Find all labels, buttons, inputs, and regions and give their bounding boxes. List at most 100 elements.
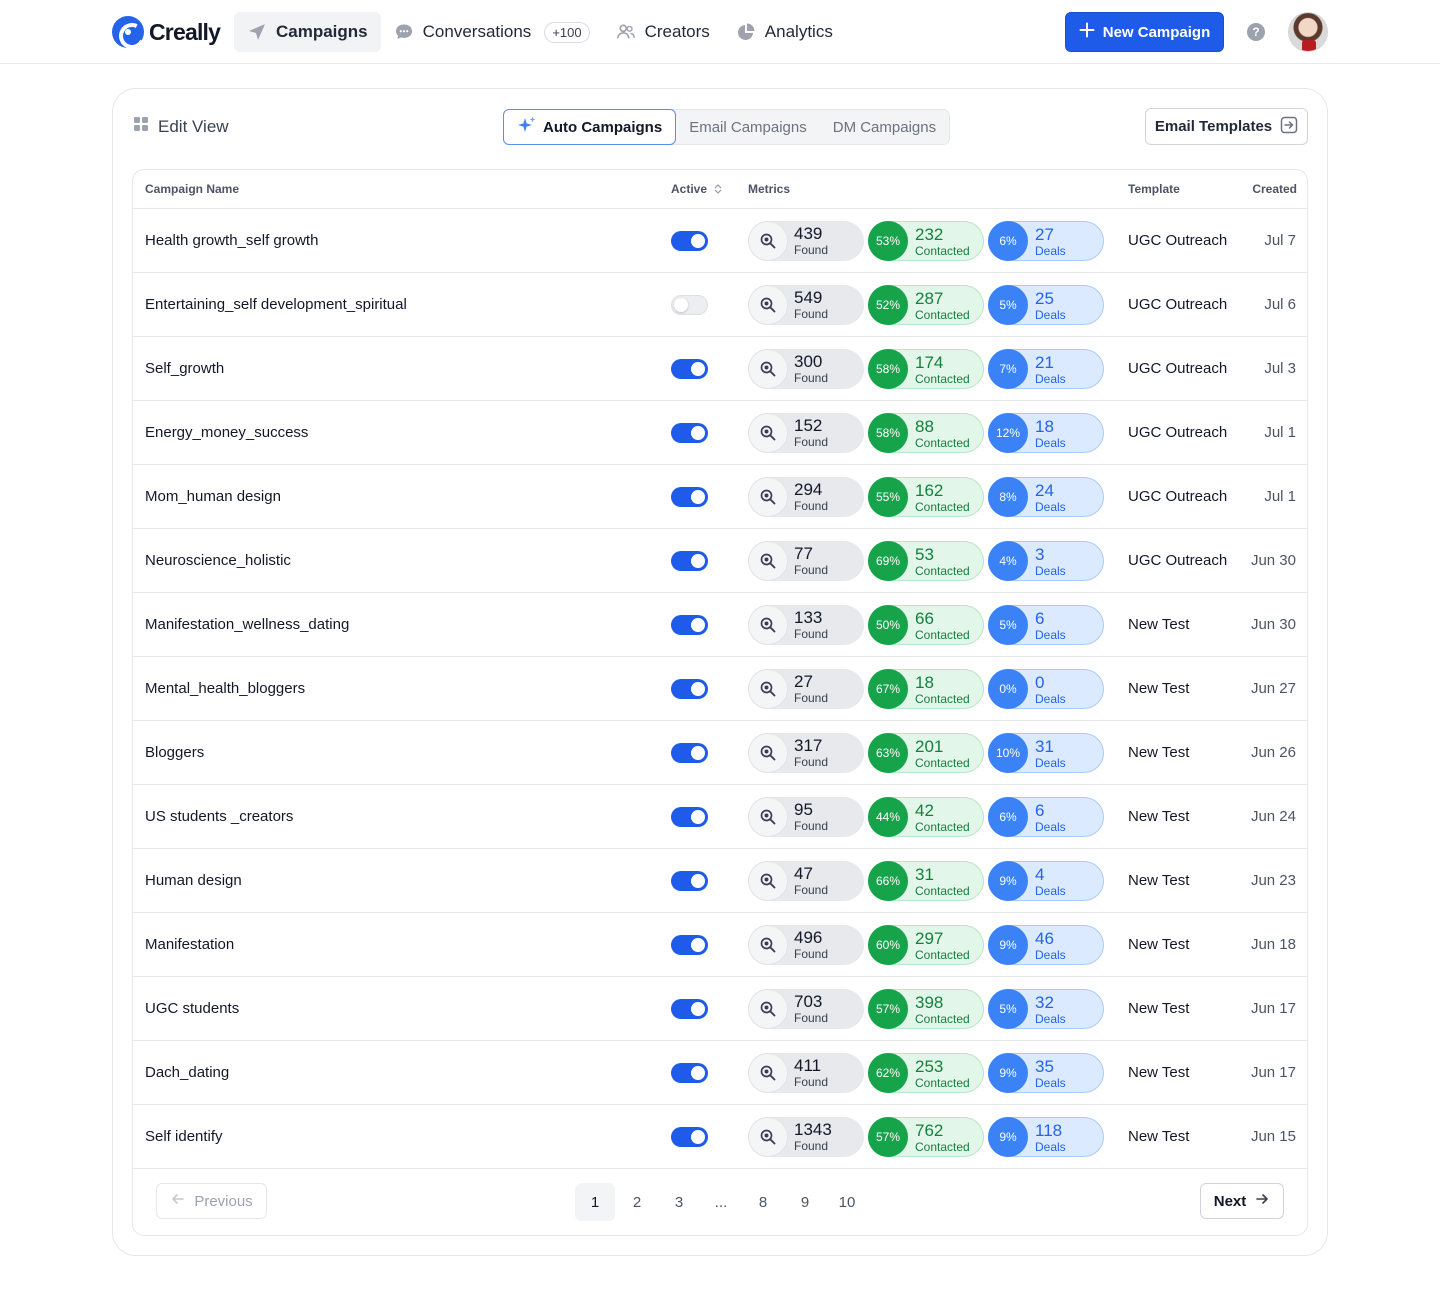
pie-chart-icon xyxy=(736,22,756,42)
template-name: New Test xyxy=(1128,616,1190,633)
contacted-percent: 53% xyxy=(868,221,908,261)
header-created: Created xyxy=(1252,182,1297,196)
magnifier-icon xyxy=(748,413,788,453)
found-count: 703 xyxy=(794,992,823,1011)
new-campaign-button[interactable]: New Campaign xyxy=(1065,12,1224,52)
found-metric: 47 Found xyxy=(748,861,864,901)
next-page-button[interactable]: Next xyxy=(1200,1183,1284,1219)
contacted-percent: 66% xyxy=(868,861,908,901)
active-toggle[interactable] xyxy=(671,551,708,571)
table-row[interactable]: Self identify 1343 Found 57% 762 Contacted 9% 1… xyxy=(133,1105,1307,1169)
arrow-left-icon xyxy=(170,1191,186,1211)
deals-metric: 12% 18 Deals xyxy=(988,413,1104,453)
active-toggle[interactable] xyxy=(671,1127,708,1147)
deals-label: Deals xyxy=(1035,1076,1066,1090)
arrow-right-icon xyxy=(1254,1191,1270,1211)
page-number-button[interactable]: 9 xyxy=(785,1183,825,1221)
tab-label-auto: Auto Campaigns xyxy=(543,118,663,136)
contacted-count: 762 xyxy=(915,1121,944,1140)
tab-dm-campaigns[interactable]: DM Campaigns xyxy=(820,109,949,145)
page-number-button[interactable]: 8 xyxy=(743,1183,783,1221)
table-row[interactable]: Entertaining_self development_spiritual 5… xyxy=(133,273,1307,337)
email-templates-button[interactable]: Email Templates xyxy=(1145,108,1308,145)
pagination: Previous 1 2 3... 8 9 10 Next xyxy=(133,1168,1307,1235)
header-active[interactable]: Active xyxy=(671,182,723,196)
table-row[interactable]: Mom_human design 294 Found 55% 162 Contacted 8… xyxy=(133,465,1307,529)
table-row[interactable]: Neuroscience_holistic 77 Found 69% 53 Contact… xyxy=(133,529,1307,593)
created-date: Jul 7 xyxy=(1264,232,1296,249)
deals-metric: 10% 31 Deals xyxy=(988,733,1104,773)
nav-item-creators[interactable]: Creators xyxy=(603,12,723,52)
active-toggle[interactable] xyxy=(671,295,708,315)
active-toggle[interactable] xyxy=(671,807,708,827)
nav-item-campaigns[interactable]: Campaigns xyxy=(234,12,381,52)
magnifier-icon xyxy=(748,477,788,517)
new-campaign-label: New Campaign xyxy=(1102,23,1211,41)
table-row[interactable]: Dach_dating 411 Found 62% 253 Contacted 9% 35 De… xyxy=(133,1041,1307,1105)
created-date: Jun 23 xyxy=(1250,872,1296,889)
deals-metric: 8% 24 Deals xyxy=(988,477,1104,517)
active-toggle[interactable] xyxy=(671,487,708,507)
created-date: Jun 27 xyxy=(1250,680,1296,697)
deals-percent: 9% xyxy=(988,925,1028,965)
active-toggle[interactable] xyxy=(671,359,708,379)
contacted-label: Contacted xyxy=(915,948,970,962)
active-toggle[interactable] xyxy=(671,423,708,443)
contacted-metric: 63% 201 Contacted xyxy=(868,733,984,773)
page-number-button[interactable]: 3 xyxy=(659,1183,699,1221)
page-number-button[interactable]: 10 xyxy=(827,1183,867,1221)
active-toggle[interactable] xyxy=(671,231,708,251)
page-number-button[interactable]: 1 xyxy=(575,1183,615,1221)
table-row[interactable]: Energy_money_success 152 Found 58% 88 Contact… xyxy=(133,401,1307,465)
nav-item-analytics[interactable]: Analytics xyxy=(723,12,846,52)
table-row[interactable]: Self_growth 300 Found 58% 174 Contacted 7% 21 De… xyxy=(133,337,1307,401)
nav-item-conversations[interactable]: Conversations +100 xyxy=(381,12,603,52)
edit-view-button[interactable]: Edit View xyxy=(133,116,229,137)
table-row[interactable]: Manifestation 496 Found 60% 297 Contacted 9% 46… xyxy=(133,913,1307,977)
brand-logo[interactable]: Creally xyxy=(112,16,221,48)
previous-page-button[interactable]: Previous xyxy=(156,1183,267,1219)
contacted-label: Contacted xyxy=(915,884,970,898)
contacted-metric: 55% 162 Contacted xyxy=(868,477,984,517)
contacted-percent: 62% xyxy=(868,1053,908,1093)
page-number-button[interactable]: 2 xyxy=(617,1183,657,1221)
tab-auto-campaigns[interactable]: Auto Campaigns xyxy=(503,109,677,145)
active-toggle[interactable] xyxy=(671,935,708,955)
user-avatar[interactable] xyxy=(1288,12,1328,52)
deals-count: 0 xyxy=(1035,673,1045,692)
deals-metric: 0% 0 Deals xyxy=(988,669,1104,709)
table-row[interactable]: Mental_health_bloggers 27 Found 67% 18 Contac… xyxy=(133,657,1307,721)
contacted-label: Contacted xyxy=(915,1012,970,1026)
magnifier-icon xyxy=(748,285,788,325)
active-toggle[interactable] xyxy=(671,1063,708,1083)
tab-email-campaigns[interactable]: Email Campaigns xyxy=(676,109,820,145)
template-name: New Test xyxy=(1128,936,1190,953)
template-name: UGC Outreach xyxy=(1128,360,1228,377)
active-toggle[interactable] xyxy=(671,615,708,635)
table-row[interactable]: Human design 47 Found 66% 31 Contacted 9% 4 Deal… xyxy=(133,849,1307,913)
found-metric: 1343 Found xyxy=(748,1117,864,1157)
found-count: 439 xyxy=(794,224,823,243)
sort-icon xyxy=(710,182,723,196)
found-metric: 703 Found xyxy=(748,989,864,1029)
deals-label: Deals xyxy=(1035,1012,1066,1026)
active-toggle[interactable] xyxy=(671,999,708,1019)
help-icon[interactable]: ? xyxy=(1247,23,1265,41)
deals-metric: 5% 25 Deals xyxy=(988,285,1104,325)
logo-icon xyxy=(112,16,144,48)
active-toggle[interactable] xyxy=(671,679,708,699)
campaigns-table: Campaign Name Active Metrics Template Cr… xyxy=(132,169,1308,1236)
campaigns-card: Edit View Auto Campaigns Email Campaigns… xyxy=(112,88,1328,1256)
table-row[interactable]: US students _creators 95 Found 44% 42 Contact… xyxy=(133,785,1307,849)
found-label: Found xyxy=(794,563,829,577)
magnifier-icon xyxy=(748,1117,788,1157)
table-row[interactable]: Health growth_self growth 439 Found 53% 232 C… xyxy=(133,209,1307,273)
contacted-percent: 58% xyxy=(868,413,908,453)
deals-percent: 5% xyxy=(988,285,1028,325)
active-toggle[interactable] xyxy=(671,871,708,891)
table-row[interactable]: Manifestation_wellness_dating 133 Found 50%… xyxy=(133,593,1307,657)
table-row[interactable]: Bloggers 317 Found 63% 201 Contacted 10% 31 Deal… xyxy=(133,721,1307,785)
found-label: Found xyxy=(794,755,829,769)
table-row[interactable]: UGC students 703 Found 57% 398 Contacted 5% 32 D… xyxy=(133,977,1307,1041)
active-toggle[interactable] xyxy=(671,743,708,763)
